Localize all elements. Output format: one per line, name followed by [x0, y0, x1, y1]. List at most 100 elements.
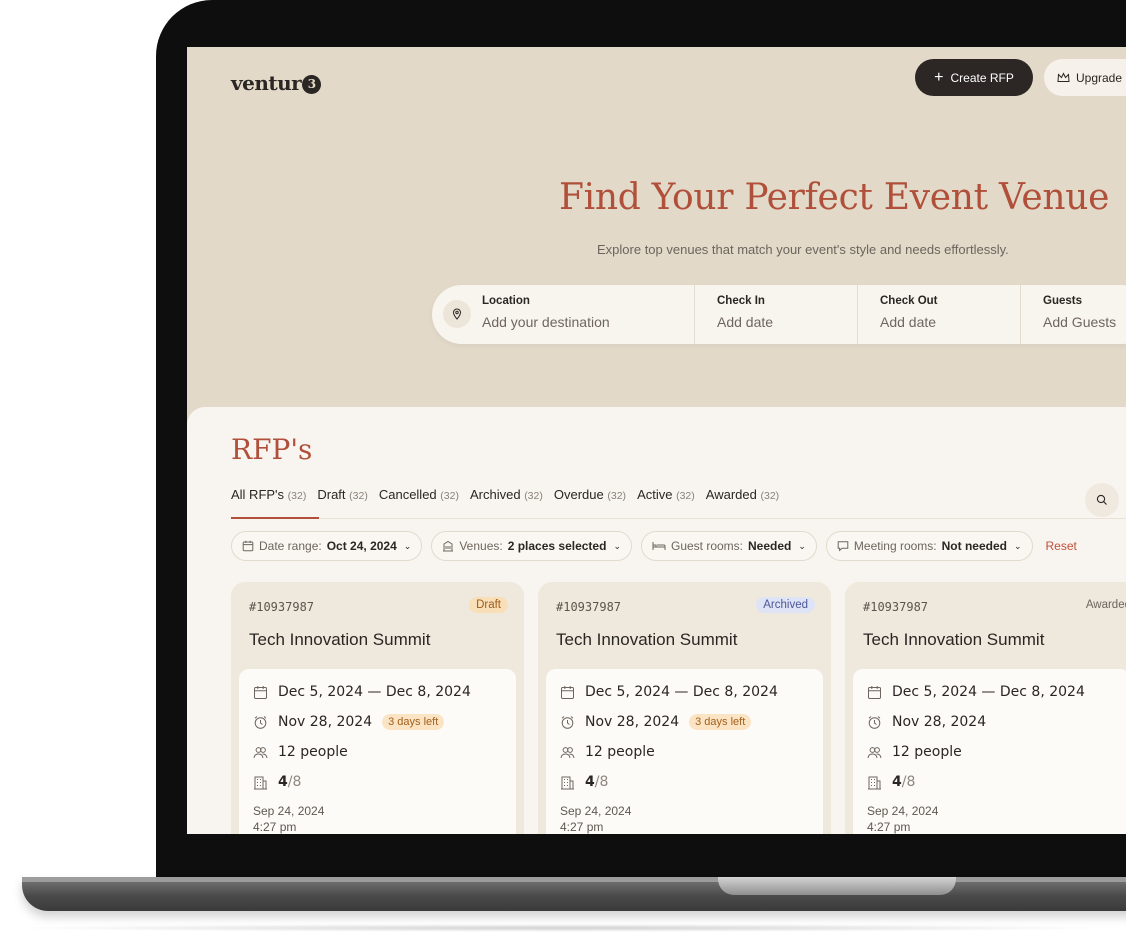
create-rfp-button[interactable]: + Create RFP — [915, 59, 1033, 96]
building-icon — [443, 540, 454, 552]
created-time: 4:27 pm — [253, 820, 297, 834]
calendar-icon — [868, 685, 881, 699]
venue-search-bar: Location Add your destination Check In A… — [432, 285, 1126, 344]
rfp-card[interactable]: #10937987 Awarded Tech Innovation Summit… — [845, 582, 1126, 834]
venues-total: /8 — [901, 774, 916, 790]
venues-row: 4/8 — [560, 774, 608, 790]
status-badge: Archived — [756, 597, 815, 613]
upgrade-button[interactable]: Upgrade — [1044, 59, 1126, 96]
deadline-row: Nov 28, 2024 3 days left — [253, 714, 445, 730]
check-in-placeholder: Add date — [717, 314, 774, 330]
create-rfp-label: Create RFP — [950, 70, 1014, 85]
location-field[interactable]: Location Add your destination — [482, 295, 610, 330]
guests-label: Guests — [1043, 295, 1082, 307]
attendee-count: 12 people — [585, 744, 655, 760]
tab-overdue[interactable]: Overdue (32) — [554, 487, 626, 502]
rfp-panel: RFP's All RFP's (32) Draft (32) Cancelle… — [187, 407, 1126, 834]
crown-icon — [1057, 72, 1070, 82]
alarm-clock-icon — [561, 715, 574, 729]
rfp-card[interactable]: #10937987 Draft Tech Innovation Summit D… — [231, 582, 524, 834]
alarm-clock-icon — [868, 715, 881, 729]
laptop-shadow — [0, 924, 1126, 932]
venues-selected: 4 — [585, 774, 595, 790]
event-dates-row: Dec 5, 2024 — Dec 8, 2024 — [253, 684, 471, 700]
days-left-badge: 3 days left — [382, 714, 445, 730]
filter-bar: Date range: Oct 24, 2024 ⌄ Venues: 2 pla… — [231, 531, 1077, 561]
tab-label: Awarded — [705, 487, 757, 502]
guests-field[interactable]: Guests Add Guests — [1043, 295, 1116, 330]
active-tab-indicator — [231, 517, 319, 519]
building-icon — [254, 776, 267, 789]
check-out-label: Check Out — [880, 295, 938, 307]
search-divider — [857, 285, 858, 344]
check-in-field[interactable]: Check In Add date — [717, 295, 773, 330]
alarm-clock-icon — [254, 715, 267, 729]
guests-placeholder: Add Guests — [1043, 314, 1117, 330]
tab-awarded[interactable]: Awarded (32) — [706, 487, 779, 502]
tab-count: (32) — [440, 490, 459, 502]
deadline-row: Nov 28, 2024 — [867, 714, 986, 730]
chevron-down-icon: ⌄ — [613, 540, 621, 551]
date-range-value: Oct 24, 2024 — [326, 539, 397, 553]
status-badge: Awarded — [1085, 599, 1126, 611]
tab-count: (32) — [524, 490, 543, 502]
laptop-notch — [718, 877, 956, 895]
hero-title: Find Your Perfect Event Venue — [559, 177, 1110, 218]
tab-draft[interactable]: Draft (32) — [317, 487, 367, 502]
rfp-search-button[interactable] — [1085, 483, 1119, 517]
search-divider — [694, 285, 695, 344]
logo-badge: 3 — [302, 75, 322, 94]
tab-active[interactable]: Active (32) — [637, 487, 695, 502]
event-dates-row: Dec 5, 2024 — Dec 8, 2024 — [867, 684, 1085, 700]
meeting-rooms-value: Not needed — [941, 539, 1007, 553]
meeting-rooms-filter[interactable]: Meeting rooms: Not needed ⌄ — [825, 531, 1033, 561]
deadline-row: Nov 28, 2024 3 days left — [560, 714, 752, 730]
reset-filters-button[interactable]: Reset — [1046, 531, 1077, 561]
tab-label: Overdue — [553, 487, 604, 502]
hero-subtitle: Explore top venues that match your event… — [597, 242, 1009, 257]
rfp-name: Tech Innovation Summit — [556, 630, 738, 649]
building-icon — [561, 776, 574, 789]
check-out-field[interactable]: Check Out Add date — [880, 295, 938, 330]
date-range-key: Date range: — [259, 539, 322, 553]
event-dates: Dec 5, 2024 — Dec 8, 2024 — [892, 684, 1085, 700]
tab-count: (32) — [349, 490, 368, 502]
tab-all-rfps[interactable]: All RFP's (32) — [231, 487, 306, 502]
venues-filter[interactable]: Venues: 2 places selected ⌄ — [431, 531, 632, 561]
logo[interactable]: ventur 3 — [231, 71, 322, 95]
attendee-count: 12 people — [892, 744, 962, 760]
tab-label: Active — [637, 487, 673, 502]
created-date: Sep 24, 2024 — [560, 804, 632, 818]
chevron-down-icon: ⌄ — [1013, 540, 1022, 551]
tab-label: Draft — [317, 487, 346, 502]
date-range-filter[interactable]: Date range: Oct 24, 2024 ⌄ — [231, 531, 423, 561]
location-label: Location — [482, 295, 530, 307]
rfp-id: #10937987 — [556, 600, 622, 614]
guest-rooms-value: Needed — [748, 539, 792, 553]
rfp-section-title: RFP's — [231, 433, 313, 466]
event-dates: Dec 5, 2024 — Dec 8, 2024 — [585, 684, 778, 700]
rfp-id: #10937987 — [249, 600, 315, 614]
calendar-icon — [561, 685, 574, 699]
created-date: Sep 24, 2024 — [867, 804, 939, 818]
tab-archived[interactable]: Archived (32) — [470, 487, 543, 502]
chevron-down-icon: ⌄ — [403, 540, 412, 551]
status-badge: Draft — [469, 597, 508, 613]
guest-rooms-key: Guest rooms: — [670, 539, 744, 553]
venues-key: Venues: — [459, 539, 503, 553]
laptop-base-edge — [22, 877, 1126, 882]
check-in-label: Check In — [717, 295, 765, 307]
building-icon — [868, 776, 881, 789]
rfp-card-details: Dec 5, 2024 — Dec 8, 2024 Nov 28, 2024 3… — [239, 669, 516, 834]
venues-total: /8 — [594, 774, 609, 790]
event-dates-row: Dec 5, 2024 — Dec 8, 2024 — [560, 684, 778, 700]
tab-label: Cancelled — [378, 487, 437, 502]
guest-rooms-filter[interactable]: Guest rooms: Needed ⌄ — [640, 531, 817, 561]
venues-selected: 4 — [892, 774, 902, 790]
tab-cancelled[interactable]: Cancelled (32) — [379, 487, 459, 502]
venues-row: 4/8 — [253, 774, 301, 790]
tabs-divider — [231, 518, 1126, 519]
days-left-badge: 3 days left — [689, 714, 752, 730]
rfp-card[interactable]: #10937987 Archived Tech Innovation Summi… — [538, 582, 831, 834]
rfp-name: Tech Innovation Summit — [249, 630, 431, 649]
